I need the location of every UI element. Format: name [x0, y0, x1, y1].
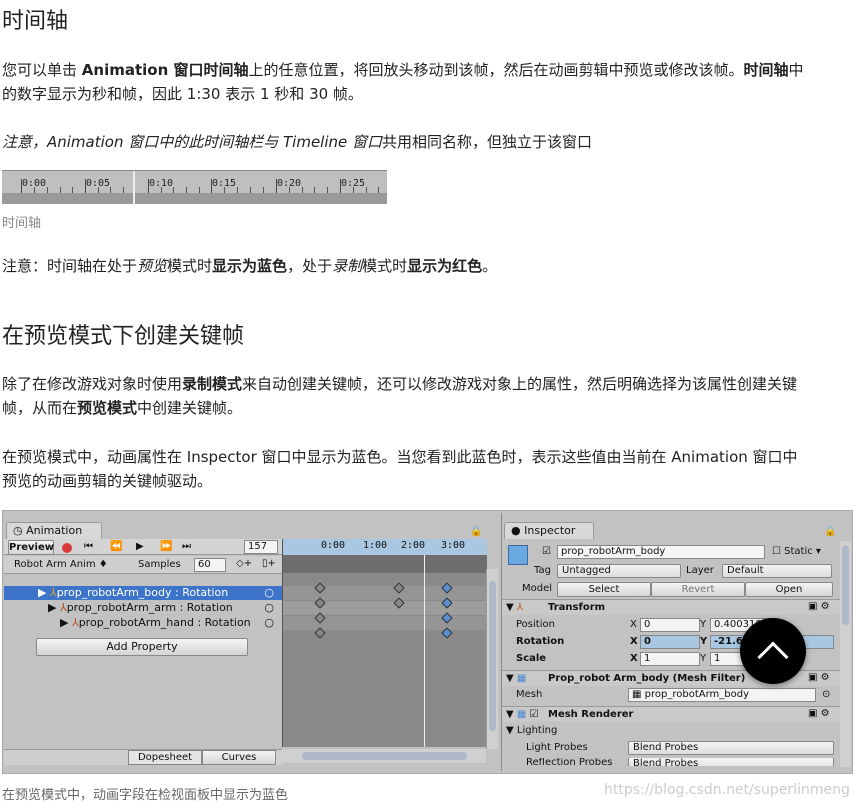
lighting-foldout[interactable]: ▼ Lighting: [506, 725, 557, 736]
info-icon: ●: [511, 524, 525, 537]
transform-header[interactable]: ▼ ⅄ Transform ▣ ⚙: [502, 599, 851, 615]
first-key-icon[interactable]: ⏮: [84, 541, 93, 552]
scale-x-field[interactable]: 1: [640, 652, 700, 666]
position-x-field[interactable]: 0: [640, 618, 700, 632]
mesh-field[interactable]: ▦ prop_robotArm_body: [628, 688, 816, 702]
model-open-button[interactable]: Open: [745, 582, 833, 597]
animation-tab[interactable]: ◷ Animation: [6, 522, 102, 539]
lock-icon[interactable]: 🔒: [824, 526, 836, 537]
play-icon[interactable]: ▶: [136, 541, 144, 552]
paragraph-timeline-colors: 注意：时间轴在处于预览模式时显示为蓝色，处于录制模式时显示为红色。: [2, 257, 498, 275]
dopesheet-hscroll[interactable]: [282, 749, 486, 763]
help-icon[interactable]: ▣ ⚙: [808, 672, 830, 683]
help-icon[interactable]: ▣ ⚙: [808, 601, 830, 612]
curves-tab[interactable]: Curves: [202, 750, 276, 765]
object-picker-icon[interactable]: ⊙: [822, 689, 830, 700]
time-ruler-preview[interactable]: 0:00 1:00 2:00 3:00: [283, 539, 487, 555]
rotation-x-field[interactable]: 0: [640, 635, 700, 649]
section-title-preview-keyframes: 在预览模式下创建关键帧: [2, 324, 245, 349]
section-title-timeline: 时间轴: [2, 9, 69, 34]
paragraph-timeline-note: 注意，Animation 窗口中的此时间轴栏与 Timeline 窗口共用相同名…: [2, 133, 593, 151]
mesh-filter-header[interactable]: ▼ ▦ Prop_robot Arm_body (Mesh Filter) ▣ …: [502, 670, 851, 686]
animation-window: ◷ Animation 🔒 Preview ⏮ ⏪ ▶ ⏩ ⏭ 157 Robo…: [4, 513, 499, 771]
paragraph-preview-blue: 在预览模式中，动画属性在 Inspector 窗口中显示为蓝色。当您看到此蓝色时…: [2, 448, 798, 490]
clip-dropdown[interactable]: Robot Arm Anim ♦: [14, 559, 108, 570]
static-checkbox[interactable]: ☐ Static ▾: [772, 546, 821, 557]
model-revert-button[interactable]: Revert: [651, 582, 745, 597]
chevron-up-icon: [757, 641, 789, 673]
dopesheet-tab[interactable]: Dopesheet: [128, 750, 202, 765]
active-checkbox[interactable]: ☑: [542, 546, 551, 557]
mesh-renderer-header[interactable]: ▼ ▦ ☑ Mesh Renderer ▣ ⚙: [502, 706, 851, 722]
tag-label: Tag: [534, 565, 551, 576]
playhead-line[interactable]: [424, 555, 425, 747]
playhead[interactable]: [133, 171, 135, 204]
inspector-scrollbar[interactable]: [840, 541, 851, 767]
samples-label: Samples: [138, 559, 181, 570]
light-probes-dropdown[interactable]: Blend Probes: [628, 741, 834, 755]
layer-dropdown[interactable]: Default: [722, 564, 832, 578]
cube-icon: [508, 545, 528, 565]
caption-timeline: 时间轴: [2, 216, 42, 231]
watermark: https://blog.csdn.net/superlinmeng: [604, 782, 850, 798]
tag-dropdown[interactable]: Untagged: [557, 564, 681, 578]
property-row-arm[interactable]: ▶ ⅄prop_robotArm_arm : Rotation ○: [4, 601, 282, 615]
prev-key-icon[interactable]: ⏪: [110, 541, 122, 552]
back-to-top-button[interactable]: [740, 618, 806, 684]
ruler-label: 0:20: [277, 178, 302, 189]
clock-icon: ◷: [13, 524, 27, 537]
lock-icon[interactable]: 🔒: [470, 526, 482, 537]
property-row-body[interactable]: ▶ ⅄prop_robotArm_body : Rotation ○: [4, 586, 282, 600]
reflection-probes-dropdown[interactable]: Blend Probes: [628, 758, 834, 766]
preview-button[interactable]: Preview: [8, 540, 54, 555]
add-keyframe-icon[interactable]: ◇+: [236, 558, 252, 569]
record-icon[interactable]: [62, 543, 72, 553]
samples-field[interactable]: 60: [194, 558, 226, 572]
next-key-icon[interactable]: ⏩: [160, 541, 172, 552]
add-property-button[interactable]: Add Property: [36, 638, 248, 656]
frame-field[interactable]: 157: [244, 540, 278, 554]
help-icon[interactable]: ▣ ⚙: [808, 708, 830, 719]
ruler-label: 0:25: [341, 178, 366, 189]
caption-preview-mode: 在预览模式中，动画字段在检视面板中显示为蓝色: [2, 788, 289, 803]
ruler-label: 0:00: [22, 178, 47, 189]
unity-editor-screenshot: ◷ Animation 🔒 Preview ⏮ ⏪ ▶ ⏩ ⏭ 157 Robo…: [2, 510, 853, 774]
inspector-tab[interactable]: ● Inspector: [504, 522, 594, 539]
last-key-icon[interactable]: ⏭: [182, 541, 191, 552]
ruler-label: 0:05: [86, 178, 111, 189]
dopesheet-vscroll[interactable]: [486, 569, 498, 749]
model-label: Model: [522, 583, 553, 594]
paragraph-timeline-intro: 您可以单击 Animation 窗口时间轴上的任意位置，将回放头移动到该帧，然后…: [2, 61, 804, 103]
ruler-label: 0:10: [149, 178, 174, 189]
timeline-ruler-image: 0:00 0:05 0:10 0:15 0:20 0:25: [2, 170, 387, 204]
model-select-button[interactable]: Select: [557, 582, 651, 597]
ruler-label: 0:15: [212, 178, 237, 189]
dopesheet-area[interactable]: 0:00 1:00 2:00 3:00: [282, 539, 487, 747]
object-name-field[interactable]: prop_robotArm_body: [557, 545, 765, 559]
paragraph-preview-intro: 除了在修改游戏对象时使用录制模式来自动创建关键帧，还可以修改游戏对象上的属性，然…: [2, 375, 798, 417]
property-row-hand[interactable]: ▶ ⅄prop_robotArm_hand : Rotation ○: [4, 616, 282, 630]
layer-label: Layer: [686, 565, 714, 576]
add-event-icon[interactable]: ▯+: [262, 558, 276, 569]
